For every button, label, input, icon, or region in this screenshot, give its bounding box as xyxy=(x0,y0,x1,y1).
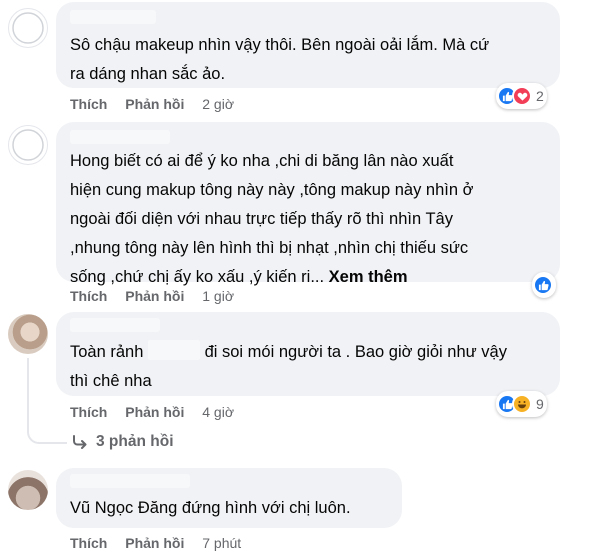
thread-connector xyxy=(27,420,67,444)
comment-actions: Thích Phản hồi 7 phút xyxy=(70,533,241,553)
comment-text: Sô chậu makeup nhìn vậy thôi. Bên ngoài … xyxy=(70,36,490,83)
reaction-summary[interactable]: 2 xyxy=(496,83,547,109)
comment-actions: Thích Phản hồi 1 giờ xyxy=(70,286,234,306)
comment-time[interactable]: 4 giờ xyxy=(202,404,234,420)
avatar[interactable] xyxy=(8,470,48,510)
avatar[interactable] xyxy=(8,125,48,165)
reaction-count: 9 xyxy=(536,396,544,412)
reply-button[interactable]: Phản hồi xyxy=(125,96,184,112)
comment-bubble: Sô chậu makeup nhìn vậy thôi. Bên ngoài … xyxy=(56,2,560,88)
avatar[interactable] xyxy=(8,8,48,48)
comment-text: Hong biết có ai để ý ko nha ,chi di băng… xyxy=(70,152,474,286)
comment-time[interactable]: 2 giờ xyxy=(202,96,234,112)
like-icon xyxy=(533,275,553,295)
comment-bubble: Vũ Ngọc Đăng đứng hình với chị luôn. xyxy=(56,468,402,528)
commenter-name-redacted[interactable] xyxy=(70,130,170,144)
avatar[interactable] xyxy=(8,314,48,354)
comment-actions: Thích Phản hồi 2 giờ xyxy=(70,94,234,114)
comment-actions: Thích Phản hồi 4 giờ xyxy=(70,402,234,422)
thread-line xyxy=(27,358,29,428)
like-button[interactable]: Thích xyxy=(70,404,107,420)
haha-icon xyxy=(512,394,532,414)
comment-bubble: Hong biết có ai để ý ko nha ,chi di băng… xyxy=(56,122,560,286)
redacted-mention xyxy=(147,340,200,360)
commenter-name-redacted[interactable] xyxy=(70,10,156,24)
comment-time[interactable]: 7 phút xyxy=(202,535,241,551)
reply-arrow-icon xyxy=(73,435,87,449)
reaction-summary[interactable]: 9 xyxy=(496,391,547,417)
commenter-name-redacted[interactable] xyxy=(70,318,160,332)
reply-button[interactable]: Phản hồi xyxy=(125,288,184,304)
reaction-count: 2 xyxy=(536,88,544,104)
commenter-name-redacted[interactable] xyxy=(70,474,190,488)
reply-button[interactable]: Phản hồi xyxy=(125,535,184,551)
comment-text: Toàn rảnh đi soi mói người ta . Bao giờ … xyxy=(70,338,556,396)
comment-text: Vũ Ngọc Đăng đứng hình với chị luôn. xyxy=(70,499,351,517)
reply-button[interactable]: Phản hồi xyxy=(125,404,184,420)
view-replies-link[interactable]: 3 phản hồi xyxy=(72,433,174,451)
avatar-placeholder-icon xyxy=(12,129,44,161)
comment-time[interactable]: 1 giờ xyxy=(202,288,234,304)
love-icon xyxy=(512,86,532,106)
like-button[interactable]: Thích xyxy=(70,96,107,112)
like-button[interactable]: Thích xyxy=(70,535,107,551)
reaction-summary[interactable] xyxy=(532,272,556,298)
see-more-link[interactable]: Xem thêm xyxy=(329,268,408,286)
avatar-placeholder-icon xyxy=(12,12,44,44)
like-button[interactable]: Thích xyxy=(70,288,107,304)
comment-bubble: Toàn rảnh đi soi mói người ta . Bao giờ … xyxy=(56,312,560,396)
